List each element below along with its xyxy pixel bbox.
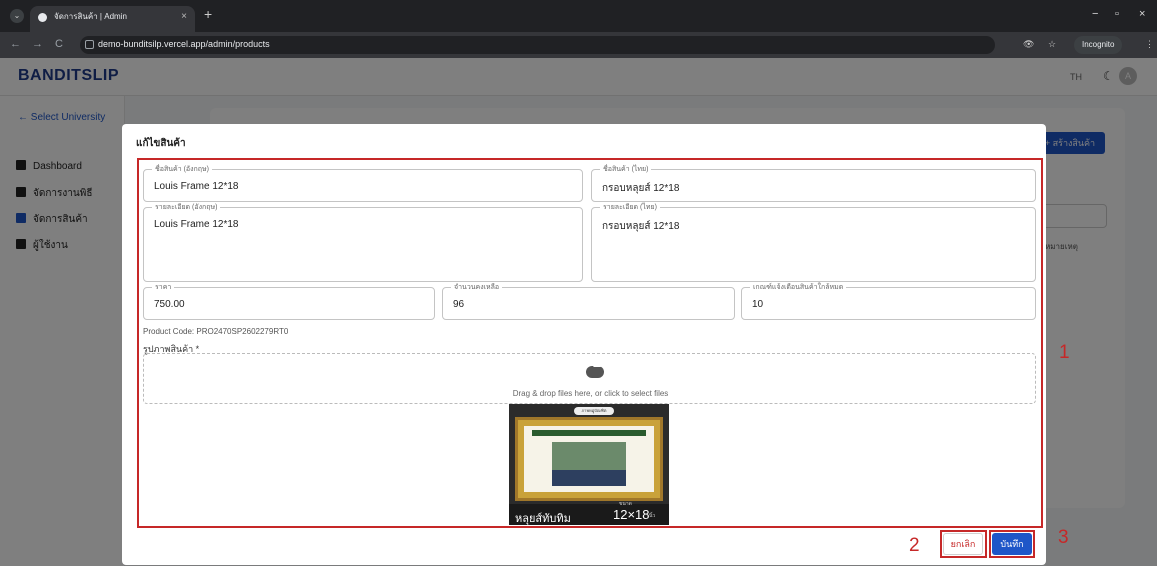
field-label: เกณฑ์แจ้งเตือนสินค้าใกล้หมด: [750, 282, 847, 293]
name-en-field[interactable]: ชื่อสินค้า (อังกฤษ) Louis Frame 12*18: [143, 164, 583, 202]
annotation-number-2: 2: [909, 535, 920, 556]
thumbnail-caption-name: หลุยส์ทับทิม: [515, 513, 571, 525]
field-label: รายละเอียด (อังกฤษ): [152, 202, 221, 213]
field-value: Louis Frame 12*18: [154, 219, 239, 230]
close-window-button[interactable]: ×: [1139, 8, 1145, 20]
field-value: กรอบหลุยส์ 12*18: [602, 221, 680, 232]
description-th-field[interactable]: รายละเอียด (ไทย) กรอบหลุยส์ 12*18: [591, 202, 1036, 282]
cloud-upload-icon: [586, 362, 604, 378]
product-code: Product Code: PRO2470SP2602279RT0: [143, 327, 289, 336]
name-th-field[interactable]: ชื่อสินค้า (ไทย) กรอบหลุยส์ 12*18: [591, 164, 1036, 202]
thumbnail-size: 12×18: [613, 507, 650, 522]
eye-off-icon[interactable]: 👁: [1023, 39, 1034, 50]
browser-tab[interactable]: จัดการสินค้า | Admin ×: [30, 6, 195, 32]
annotation-number-1: 1: [1059, 342, 1070, 363]
thumbnail-caption: หลุยส์ทับทิม ขนาด 12×18 นิ้ว: [509, 501, 669, 525]
address-bar: ← → C demo-bunditsilp.vercel.app/admin/p…: [0, 32, 1157, 58]
modal-title: แก้ไขสินค้า: [136, 138, 186, 149]
field-label: ชื่อสินค้า (ไทย): [600, 164, 652, 175]
frame-group-photo: [552, 470, 626, 486]
price-field[interactable]: ราคา 750.00: [143, 282, 435, 320]
cancel-button[interactable]: ยกเลิก: [943, 533, 983, 555]
tab-close-icon[interactable]: ×: [181, 6, 187, 28]
frame-title-banner: [532, 430, 646, 436]
url-field[interactable]: demo-bunditsilp.vercel.app/admin/product…: [80, 36, 995, 54]
dropzone-text: Drag & drop files here, or click to sele…: [512, 389, 669, 398]
image-dropzone[interactable]: Drag & drop files here, or click to sele…: [143, 353, 1036, 404]
browser-tab-bar: ⌄ จัดการสินค้า | Admin × + − ▫ ×: [0, 0, 1157, 32]
low-stock-threshold-field[interactable]: เกณฑ์แจ้งเตือนสินค้าใกล้หมด 10: [741, 282, 1036, 320]
thumbnail-header: ภาพหมู่บัณฑิต: [574, 407, 614, 415]
field-label: จำนวนคงเหลือ: [451, 282, 503, 293]
url-text: demo-bunditsilp.vercel.app/admin/product…: [98, 39, 270, 49]
new-tab-button[interactable]: +: [204, 6, 212, 22]
annotation-number-3: 3: [1058, 527, 1069, 548]
field-value: 750.00: [154, 299, 185, 310]
tab-title: จัดการสินค้า | Admin: [54, 12, 127, 21]
site-info-icon[interactable]: [85, 40, 94, 49]
field-label: ราคา: [152, 282, 175, 293]
forward-icon[interactable]: →: [32, 38, 43, 50]
reload-icon[interactable]: C: [55, 38, 63, 50]
field-value: Louis Frame 12*18: [154, 181, 239, 192]
description-en-field[interactable]: รายละเอียด (อังกฤษ) Louis Frame 12*18: [143, 202, 583, 282]
field-label: ชื่อสินค้า (อังกฤษ): [152, 164, 212, 175]
favicon-icon: [38, 13, 47, 22]
stock-field[interactable]: จำนวนคงเหลือ 96: [442, 282, 735, 320]
frame-picture: [515, 417, 663, 501]
field-value: 10: [752, 299, 764, 310]
minimize-button[interactable]: −: [1092, 8, 1098, 20]
thumbnail-unit: นิ้ว: [649, 513, 656, 519]
save-button[interactable]: บันทึก: [992, 533, 1032, 555]
bookmark-star-icon[interactable]: ☆: [1048, 39, 1056, 50]
incognito-badge[interactable]: Incognito: [1074, 36, 1123, 54]
field-value: กรอบหลุยส์ 12*18: [602, 183, 680, 194]
tab-search-icon[interactable]: ⌄: [10, 9, 24, 23]
browser-menu-icon[interactable]: ⋮: [1145, 39, 1154, 50]
product-image-thumbnail[interactable]: ภาพหมู่บัณฑิต หลุยส์ทับทิม ขนาด 12×18 นิ…: [509, 404, 669, 525]
field-value: 96: [453, 299, 465, 310]
maximize-button[interactable]: ▫: [1115, 8, 1119, 20]
field-label: รายละเอียด (ไทย): [600, 202, 660, 213]
back-icon[interactable]: ←: [10, 38, 21, 50]
frame-inner: [524, 426, 654, 492]
